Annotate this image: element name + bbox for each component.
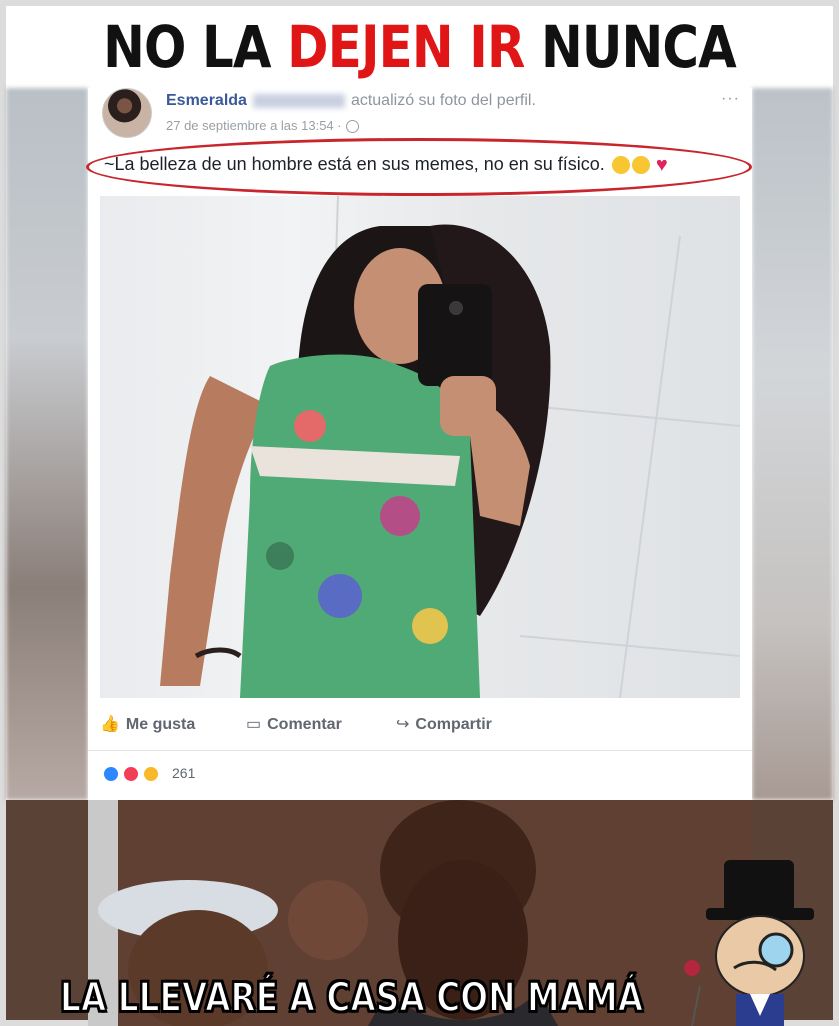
like-label: Me gusta — [125, 716, 196, 733]
selfie-illustration — [160, 196, 740, 698]
blurred-background-right — [752, 88, 833, 800]
love-reaction-icon — [122, 765, 140, 783]
author-name-link[interactable]: Esmeralda — [166, 92, 247, 109]
top-text-part-1: NO LA — [103, 13, 288, 81]
heart-icon: ♥ — [655, 154, 668, 177]
censored-surname — [252, 93, 345, 108]
share-icon: ↪ — [396, 716, 410, 733]
smile-emoji-icon — [611, 156, 630, 175]
meme-top-text: NO LA DEJEN IR NUNCA — [59, 8, 781, 86]
blush-emoji-icon — [631, 156, 650, 175]
comment-label: Comentar — [267, 716, 342, 733]
wow-reaction-icon — [142, 765, 160, 783]
blurred-background-left — [6, 88, 88, 800]
reaction-count: 261 — [172, 765, 196, 781]
caption-text: ~La belleza de un hombre está en sus mem… — [104, 154, 605, 174]
post-action-text: actualizó su foto del perfil. — [350, 92, 536, 109]
post-author-line: Esmeralda actualizó su foto del perfil. — [166, 92, 536, 110]
comment-button[interactable]: ▭ Comentar — [246, 714, 342, 734]
globe-icon — [345, 120, 359, 134]
post-caption: ~La belleza de un hombre está en sus mem… — [104, 154, 672, 175]
timestamp-text: 27 de septiembre a las 13:54 · — [166, 118, 342, 133]
top-text-part-3: NUNCA — [524, 13, 737, 81]
like-button[interactable]: 👍 Me gusta — [100, 714, 195, 734]
profile-photo[interactable] — [100, 196, 740, 698]
thumbs-up-icon: 👍 — [100, 716, 120, 733]
share-button[interactable]: ↪ Compartir — [396, 714, 492, 734]
avatar[interactable] — [102, 88, 152, 138]
post-header: Esmeralda actualizó su foto del perfil. 2… — [88, 88, 752, 140]
more-icon[interactable]: ··· — [721, 90, 740, 108]
share-label: Compartir — [415, 716, 492, 733]
post-action-bar: 👍 Me gusta ▭ Comentar ↪ Compartir — [88, 710, 752, 740]
reactions-bar[interactable]: 261 — [88, 750, 752, 791]
post-timestamp[interactable]: 27 de septiembre a las 13:54 · — [166, 118, 359, 134]
comment-icon: ▭ — [246, 716, 262, 733]
facebook-post-card: Esmeralda actualizó su foto del perfil. 2… — [86, 88, 752, 800]
monocle-meme-character — [684, 860, 814, 1026]
meme-bottom-text: LA LLEVARÉ A CASA CON MAMÁ — [59, 974, 644, 1022]
top-text-highlight: DEJEN IR — [287, 13, 525, 81]
like-reaction-icon — [102, 765, 120, 783]
